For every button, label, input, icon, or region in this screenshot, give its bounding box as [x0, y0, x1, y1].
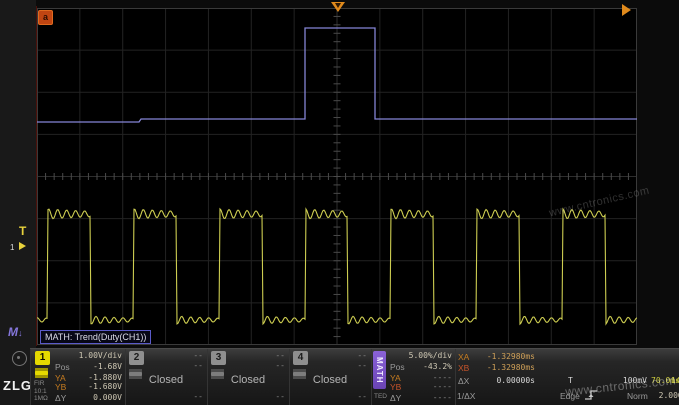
rising-edge-icon — [585, 390, 598, 400]
ch1-vdiv: 1.00V/div — [60, 351, 122, 360]
arrow-down-icon: ↓ — [18, 328, 23, 338]
cursor-xb-value: -1.32980ms — [471, 363, 535, 372]
ch3-dash-bottom: -- — [265, 392, 285, 401]
cursor-dx-value: 0.00000s — [471, 376, 535, 385]
cursor-inv-label: 1/ΔX — [457, 391, 475, 401]
channel4-panel[interactable]: 4 -- -- Closed -- — [289, 349, 372, 405]
ch4-dash-bottom: -- — [347, 392, 367, 401]
ch1-yb-label: YB — [55, 382, 66, 392]
ch2-dash-top: -- — [183, 351, 203, 360]
cursor-timebase-panel: XA -1.32980ms XB -1.32980ms ΔX 0.00000s … — [455, 349, 679, 405]
math-panel[interactable]: MATH 5.00%/div Pos -43.2% YA ---- YB ---… — [371, 349, 456, 405]
channel1-panel[interactable]: 1 1.00V/div Pos -1.68V YA -1.880V FIR YB… — [30, 349, 126, 405]
acq-points: 140Mpts — [671, 376, 679, 385]
ch2-dash-bottom: -- — [183, 392, 203, 401]
status-bar: 1 1.00V/div Pos -1.68V YA -1.880V FIR YB… — [30, 348, 679, 405]
math-pos-value: -43.2% — [408, 362, 452, 371]
ch1-pos-value: -1.68V — [70, 362, 122, 371]
ch1-pos-label: Pos — [55, 362, 70, 372]
trigger-level-marker[interactable]: 1 — [10, 237, 26, 255]
ch3-dash-mid: -- — [265, 361, 285, 370]
ch4-state: Closed — [289, 374, 371, 386]
math-yb-value: ---- — [408, 382, 452, 391]
left-sidebar — [0, 0, 36, 405]
math-yb-label: YB — [390, 382, 401, 392]
cursor-ab-marker[interactable]: a — [38, 10, 53, 25]
cursor-dx-label: ΔX — [458, 376, 469, 386]
channel2-panel[interactable]: 2 -- -- Closed -- — [125, 349, 208, 405]
math-vdiv: 5.00%/div — [394, 351, 452, 360]
trigger-reject: Norm — [627, 391, 648, 401]
math-tab[interactable]: MATH — [373, 351, 386, 389]
math-mode: TED — [374, 393, 387, 400]
waveform-svg — [37, 8, 637, 345]
cursor-xa-value: -1.32980ms — [471, 352, 535, 361]
math-position-marker[interactable]: M↓ — [8, 323, 23, 341]
offscreen-right-arrow-icon[interactable] — [622, 4, 631, 16]
math-function-label: MATH: Trend(Duty(CH1)) — [40, 330, 151, 344]
channel4-badge: 4 — [293, 351, 308, 365]
ch1-dy-label: ΔY — [55, 393, 66, 403]
ch2-dash-mid: -- — [183, 361, 203, 370]
ch4-dash-top: -- — [347, 351, 367, 360]
channel3-badge: 3 — [211, 351, 226, 365]
sidebar-dial-icon[interactable] — [12, 351, 27, 366]
ch1-coupling-icon — [35, 368, 48, 378]
ch3-dash-top: -- — [265, 351, 285, 360]
trigger-t-label: T — [568, 376, 573, 385]
acq-sample-rate: 2.00GSa/s — [651, 391, 679, 400]
ch1-probe: 10:1 — [34, 388, 47, 395]
oscilloscope-screen: T 1 M↓ ZLG® a MATH: Trend(Duty(CH1)) www… — [0, 0, 679, 405]
math-dy-label: ΔY — [390, 393, 401, 403]
ch1-impedance: 1MΩ — [34, 395, 48, 402]
cursor-xb-label: XB — [458, 363, 469, 373]
cursor-xa-label: XA — [458, 352, 469, 362]
ch2-state: Closed — [125, 374, 207, 386]
ch1-filter: FIR — [34, 380, 44, 387]
trigger-level-arrow-icon — [19, 242, 26, 250]
ch1-ya-value: -1.880V — [70, 373, 122, 382]
math-pos-label: Pos — [390, 362, 405, 372]
ch1-dy-value: 0.000V — [70, 393, 122, 402]
ch1-yb-value: -1.680V — [70, 382, 122, 391]
channel2-badge: 2 — [129, 351, 144, 365]
graticule-area — [37, 8, 637, 345]
trigger-level-value: 100mV — [605, 376, 647, 385]
ch4-dash-mid: -- — [347, 361, 367, 370]
trigger-position-marker-inner — [335, 3, 341, 8]
math-dy-value: ---- — [408, 393, 452, 402]
ch3-state: Closed — [207, 374, 289, 386]
math-ya-value: ---- — [408, 373, 452, 382]
trigger-type: Edge — [560, 391, 580, 401]
channel3-panel[interactable]: 3 -- -- Closed -- — [207, 349, 290, 405]
channel1-badge: 1 — [35, 351, 50, 365]
